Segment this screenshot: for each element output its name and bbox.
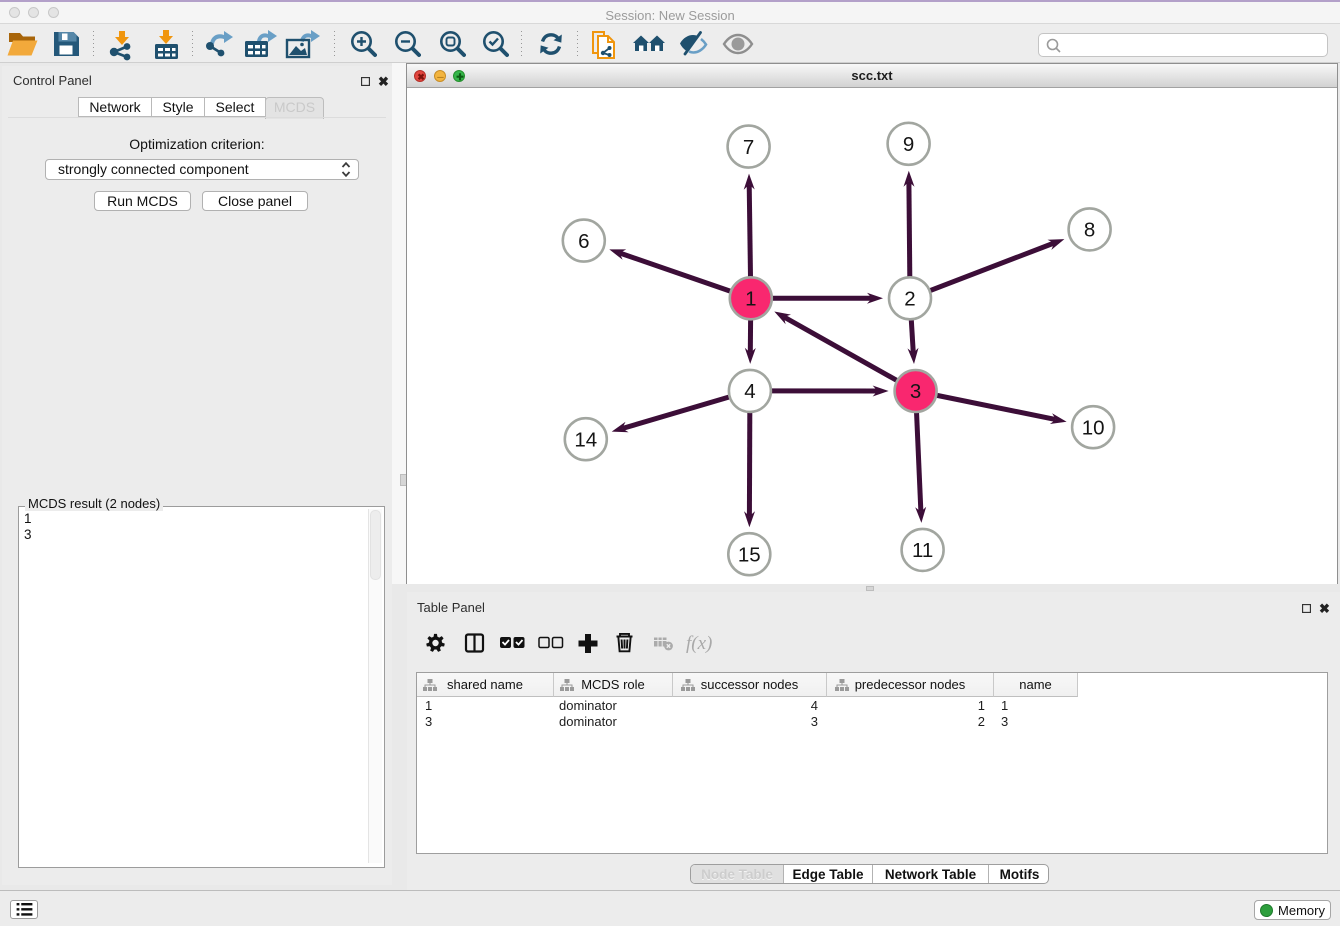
svg-text:11: 11 bbox=[912, 539, 933, 562]
svg-text:9: 9 bbox=[903, 133, 914, 156]
svg-text:6: 6 bbox=[578, 230, 589, 253]
svg-text:3: 3 bbox=[910, 380, 921, 403]
svg-text:4: 4 bbox=[744, 380, 755, 403]
svg-text:f(x): f(x) bbox=[686, 633, 712, 654]
svg-text:1: 1 bbox=[745, 288, 756, 311]
svg-text:15: 15 bbox=[738, 543, 761, 566]
svg-text:8: 8 bbox=[1084, 219, 1095, 242]
svg-text:2: 2 bbox=[904, 288, 915, 311]
svg-text:7: 7 bbox=[743, 136, 754, 159]
svg-text:10: 10 bbox=[1082, 416, 1105, 439]
svg-text:14: 14 bbox=[574, 428, 597, 451]
